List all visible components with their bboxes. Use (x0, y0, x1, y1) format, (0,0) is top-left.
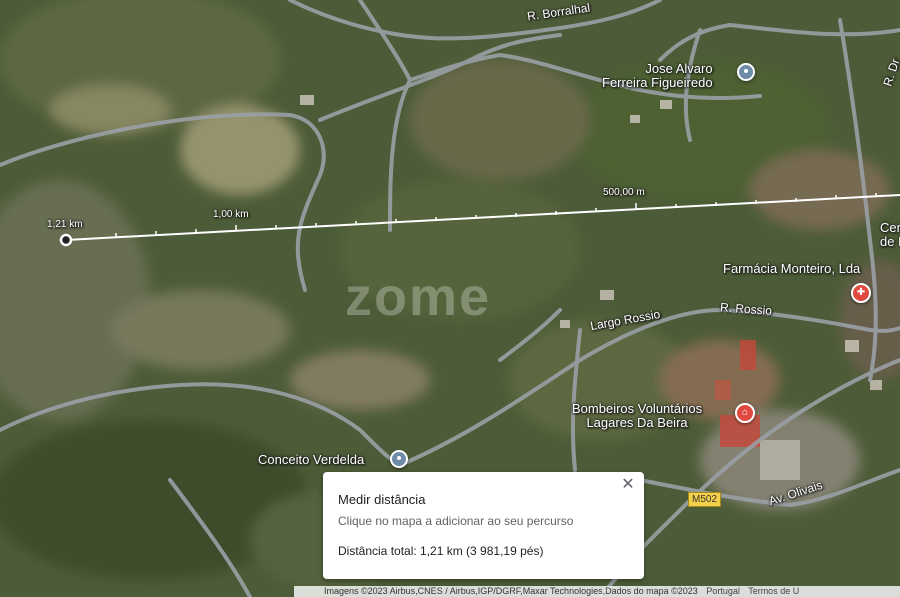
terms-link[interactable]: Termos de U (748, 586, 799, 596)
watermark-logo: zome (345, 267, 492, 327)
close-icon[interactable]: ✕ (618, 475, 638, 495)
measure-mid-label: 1,00 km (213, 209, 249, 220)
fire-station-pin-icon[interactable]: ⌂ (735, 403, 755, 423)
measure-panel-title: Medir distância (338, 492, 426, 507)
place-pin-icon[interactable] (737, 63, 755, 81)
place-pin-icon[interactable] (390, 450, 408, 468)
place-label-conceito-verdelda[interactable]: Conceito Verdelda (258, 452, 364, 467)
place-label-farmacia[interactable]: Farmácia Monteiro, Lda (723, 261, 860, 276)
map-attribution-bar: Imagens ©2023 Airbus,CNES / Airbus,IGP/D… (294, 586, 900, 597)
language-link[interactable]: Portugal (706, 586, 740, 596)
place-label-bombeiros[interactable]: Bombeiros Voluntários Lagares Da Beira (572, 401, 702, 431)
place-label-line: Lagares Da Beira (586, 415, 688, 431)
measure-half-label: 500,00 m (603, 187, 645, 198)
measure-panel-hint: Clique no mapa a adicionar ao seu percur… (338, 514, 574, 528)
place-label-cer[interactable]: Cer de B (880, 220, 900, 250)
imagery-attribution: Imagens ©2023 Airbus,CNES / Airbus,IGP/D… (324, 586, 698, 596)
measure-start-label: 1,21 km (47, 219, 83, 230)
measure-distance-panel: Medir distância Clique no mapa a adicion… (323, 472, 644, 579)
measure-total-distance: Distância total: 1,21 km (3 981,19 pés) (338, 544, 544, 558)
pharmacy-pin-icon[interactable]: ✚ (851, 283, 871, 303)
road-shield-m502: M502 (688, 492, 722, 507)
place-label-jose-alvaro[interactable]: Jose Alvaro Ferreira Figueiredo (602, 61, 713, 91)
measure-start-point[interactable] (59, 233, 73, 247)
place-label-line: Ferreira Figueiredo (602, 75, 713, 91)
place-label-line: de B (880, 234, 900, 250)
